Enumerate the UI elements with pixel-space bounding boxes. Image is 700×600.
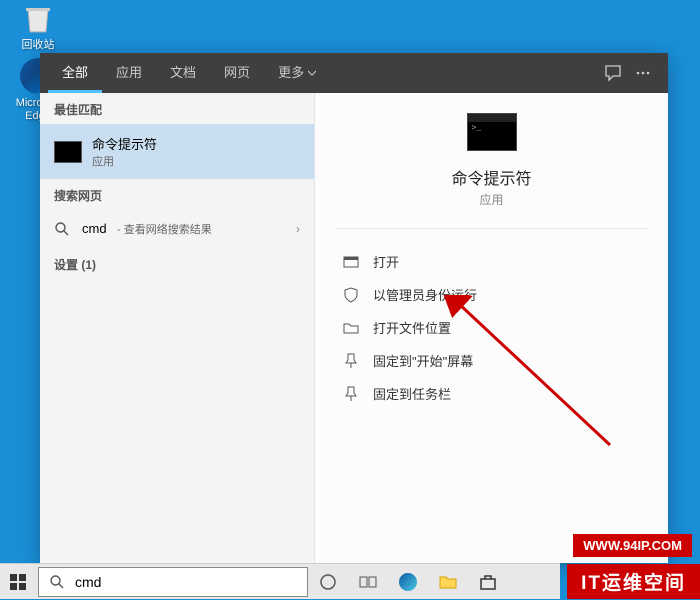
action-pin-start-label: 固定到"开始"屏幕: [373, 351, 473, 370]
browser-icon: [399, 573, 417, 591]
more-options-icon[interactable]: [634, 64, 652, 82]
recycle-bin-icon[interactable]: 回收站: [8, 0, 68, 52]
chevron-right-icon: ›: [296, 222, 300, 236]
cortana-button[interactable]: [308, 564, 348, 600]
action-pin-taskbar[interactable]: 固定到任务栏: [315, 377, 668, 410]
result-title: 命令提示符: [92, 134, 300, 153]
feedback-icon[interactable]: [604, 64, 622, 82]
action-open-label: 打开: [373, 252, 399, 271]
web-result-title: cmd: [82, 221, 107, 236]
tabs-bar: 全部 应用 文档 网页 更多: [40, 53, 668, 93]
search-input[interactable]: [75, 574, 307, 590]
watermark-url: WWW.94IP.COM: [573, 534, 692, 557]
search-panel: 全部 应用 文档 网页 更多 最佳匹配 命令提示符 应用 搜索网页: [40, 53, 668, 563]
taskbar-search[interactable]: [38, 567, 308, 597]
task-view-icon: [358, 572, 378, 592]
edge-taskbar[interactable]: [388, 564, 428, 600]
explorer-taskbar[interactable]: [428, 564, 468, 600]
chevron-down-icon: [308, 69, 316, 77]
search-web-header: 搜索网页: [40, 179, 314, 210]
tab-more-label: 更多: [278, 53, 304, 93]
action-run-admin[interactable]: 以管理员身份运行: [315, 278, 668, 311]
circle-icon: [318, 572, 338, 592]
open-icon: [343, 254, 359, 270]
action-pin-taskbar-label: 固定到任务栏: [373, 384, 451, 403]
action-run-admin-label: 以管理员身份运行: [373, 285, 477, 304]
watermark-brand: IT运维空间: [567, 564, 700, 599]
best-match-header: 最佳匹配: [40, 93, 314, 124]
pin-icon: [343, 386, 359, 402]
taskbar: [0, 563, 560, 599]
trash-icon: [20, 0, 56, 36]
action-open[interactable]: 打开: [315, 245, 668, 278]
recycle-bin-label: 回收站: [8, 39, 68, 52]
web-result-sub: - 查看网络搜索结果: [117, 224, 212, 236]
result-web-cmd[interactable]: cmd - 查看网络搜索结果 ›: [40, 210, 314, 248]
store-icon: [478, 572, 498, 592]
action-open-location[interactable]: 打开文件位置: [315, 311, 668, 344]
terminal-icon: [54, 141, 82, 163]
start-button[interactable]: [0, 564, 36, 600]
action-pin-start[interactable]: 固定到"开始"屏幕: [315, 344, 668, 377]
store-taskbar[interactable]: [468, 564, 508, 600]
detail-title: 命令提示符: [315, 165, 668, 189]
folder-icon: [343, 320, 359, 336]
settings-header[interactable]: 设置 (1): [40, 248, 314, 279]
shield-icon: [343, 287, 359, 303]
tab-web[interactable]: 网页: [210, 53, 264, 93]
tab-docs[interactable]: 文档: [156, 53, 210, 93]
action-open-location-label: 打开文件位置: [373, 318, 451, 337]
detail-sub: 应用: [315, 191, 668, 208]
search-icon: [54, 221, 70, 237]
results-pane: 最佳匹配 命令提示符 应用 搜索网页 cmd - 查看网络搜索结果 › 设置 (…: [40, 93, 315, 563]
search-icon: [49, 574, 65, 590]
tab-apps[interactable]: 应用: [102, 53, 156, 93]
pin-icon: [343, 353, 359, 369]
tab-all[interactable]: 全部: [48, 53, 102, 93]
detail-pane: 命令提示符 应用 打开 以管理员身份运行 打开文件位置: [315, 93, 668, 563]
task-view-button[interactable]: [348, 564, 388, 600]
terminal-icon: [467, 113, 517, 151]
tab-more[interactable]: 更多: [264, 53, 330, 93]
windows-icon: [10, 574, 26, 590]
result-cmd[interactable]: 命令提示符 应用: [40, 124, 314, 179]
folder-icon: [438, 572, 458, 592]
result-sub: 应用: [92, 153, 300, 169]
